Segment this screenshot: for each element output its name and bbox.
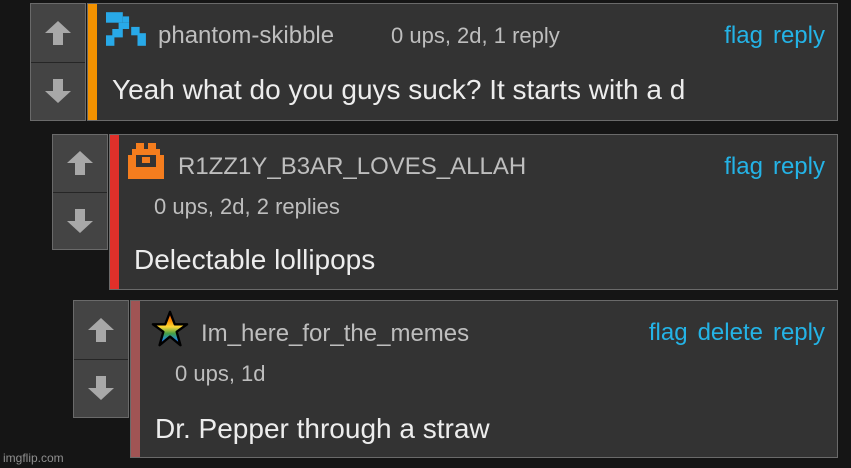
username[interactable]: R1ZZ1Y_B3AR_LOVES_ALLAH — [178, 153, 526, 181]
comment-body: Im_here_for_the_memes 0 ups, 1d flag del… — [130, 300, 838, 458]
comment-1: phantom-skibble 0 ups, 2d, 1 reply flag … — [30, 3, 838, 121]
downvote-button[interactable] — [31, 61, 85, 121]
reply-link[interactable]: reply — [773, 22, 825, 50]
arrow-down-icon — [67, 208, 93, 233]
upvote-button[interactable] — [53, 135, 107, 192]
comment-2: R1ZZ1Y_B3AR_LOVES_ALLAH 0 ups, 2d, 2 rep… — [52, 134, 838, 290]
comment-actions: flag reply — [724, 22, 825, 50]
comment-meta: 0 ups, 2d, 2 replies — [154, 194, 340, 219]
comment-actions: flag delete reply — [649, 319, 825, 347]
rainbow-star-avatar-icon[interactable] — [151, 310, 189, 348]
imgflip-watermark: imgflip.com — [3, 451, 64, 465]
comment-text: Dr. Pepper through a straw — [155, 413, 490, 444]
upvote-button[interactable] — [74, 301, 128, 359]
comment-3: Im_here_for_the_memes 0 ups, 1d flag del… — [73, 300, 838, 458]
comment-meta: 0 ups, 2d, 1 reply — [391, 23, 560, 48]
thread-bar — [88, 4, 97, 120]
arrow-down-icon — [45, 79, 71, 104]
flag-link[interactable]: flag — [724, 22, 763, 50]
orange-pixel-avatar-icon[interactable] — [128, 143, 164, 179]
arrow-up-icon — [88, 317, 114, 342]
arrow-up-icon — [45, 20, 71, 45]
comment-meta: 0 ups, 1d — [175, 361, 266, 386]
username[interactable]: phantom-skibble — [158, 22, 334, 50]
comment-text: Delectable lollipops — [134, 244, 376, 275]
comment-body: phantom-skibble 0 ups, 2d, 1 reply flag … — [87, 3, 838, 121]
flag-link[interactable]: flag — [724, 153, 763, 181]
arrow-up-icon — [67, 151, 93, 176]
delete-link[interactable]: delete — [698, 319, 763, 347]
downvote-button[interactable] — [74, 358, 128, 418]
comment-text: Yeah what do you guys suck? It starts wi… — [112, 74, 686, 105]
thread-bar — [131, 301, 140, 457]
reply-link[interactable]: reply — [773, 319, 825, 347]
thread-bar — [110, 135, 119, 289]
reply-link[interactable]: reply — [773, 153, 825, 181]
username[interactable]: Im_here_for_the_memes — [201, 320, 469, 348]
arrow-down-icon — [88, 376, 114, 401]
comment-body: R1ZZ1Y_B3AR_LOVES_ALLAH 0 ups, 2d, 2 rep… — [109, 134, 838, 290]
vote-column — [30, 3, 86, 121]
vote-column — [73, 300, 129, 418]
flag-link[interactable]: flag — [649, 319, 688, 347]
upvote-button[interactable] — [31, 4, 85, 62]
comment-actions: flag reply — [724, 153, 825, 181]
downvote-button[interactable] — [53, 191, 107, 250]
blue-pixel-avatar-icon[interactable] — [106, 12, 148, 46]
vote-column — [52, 134, 108, 250]
